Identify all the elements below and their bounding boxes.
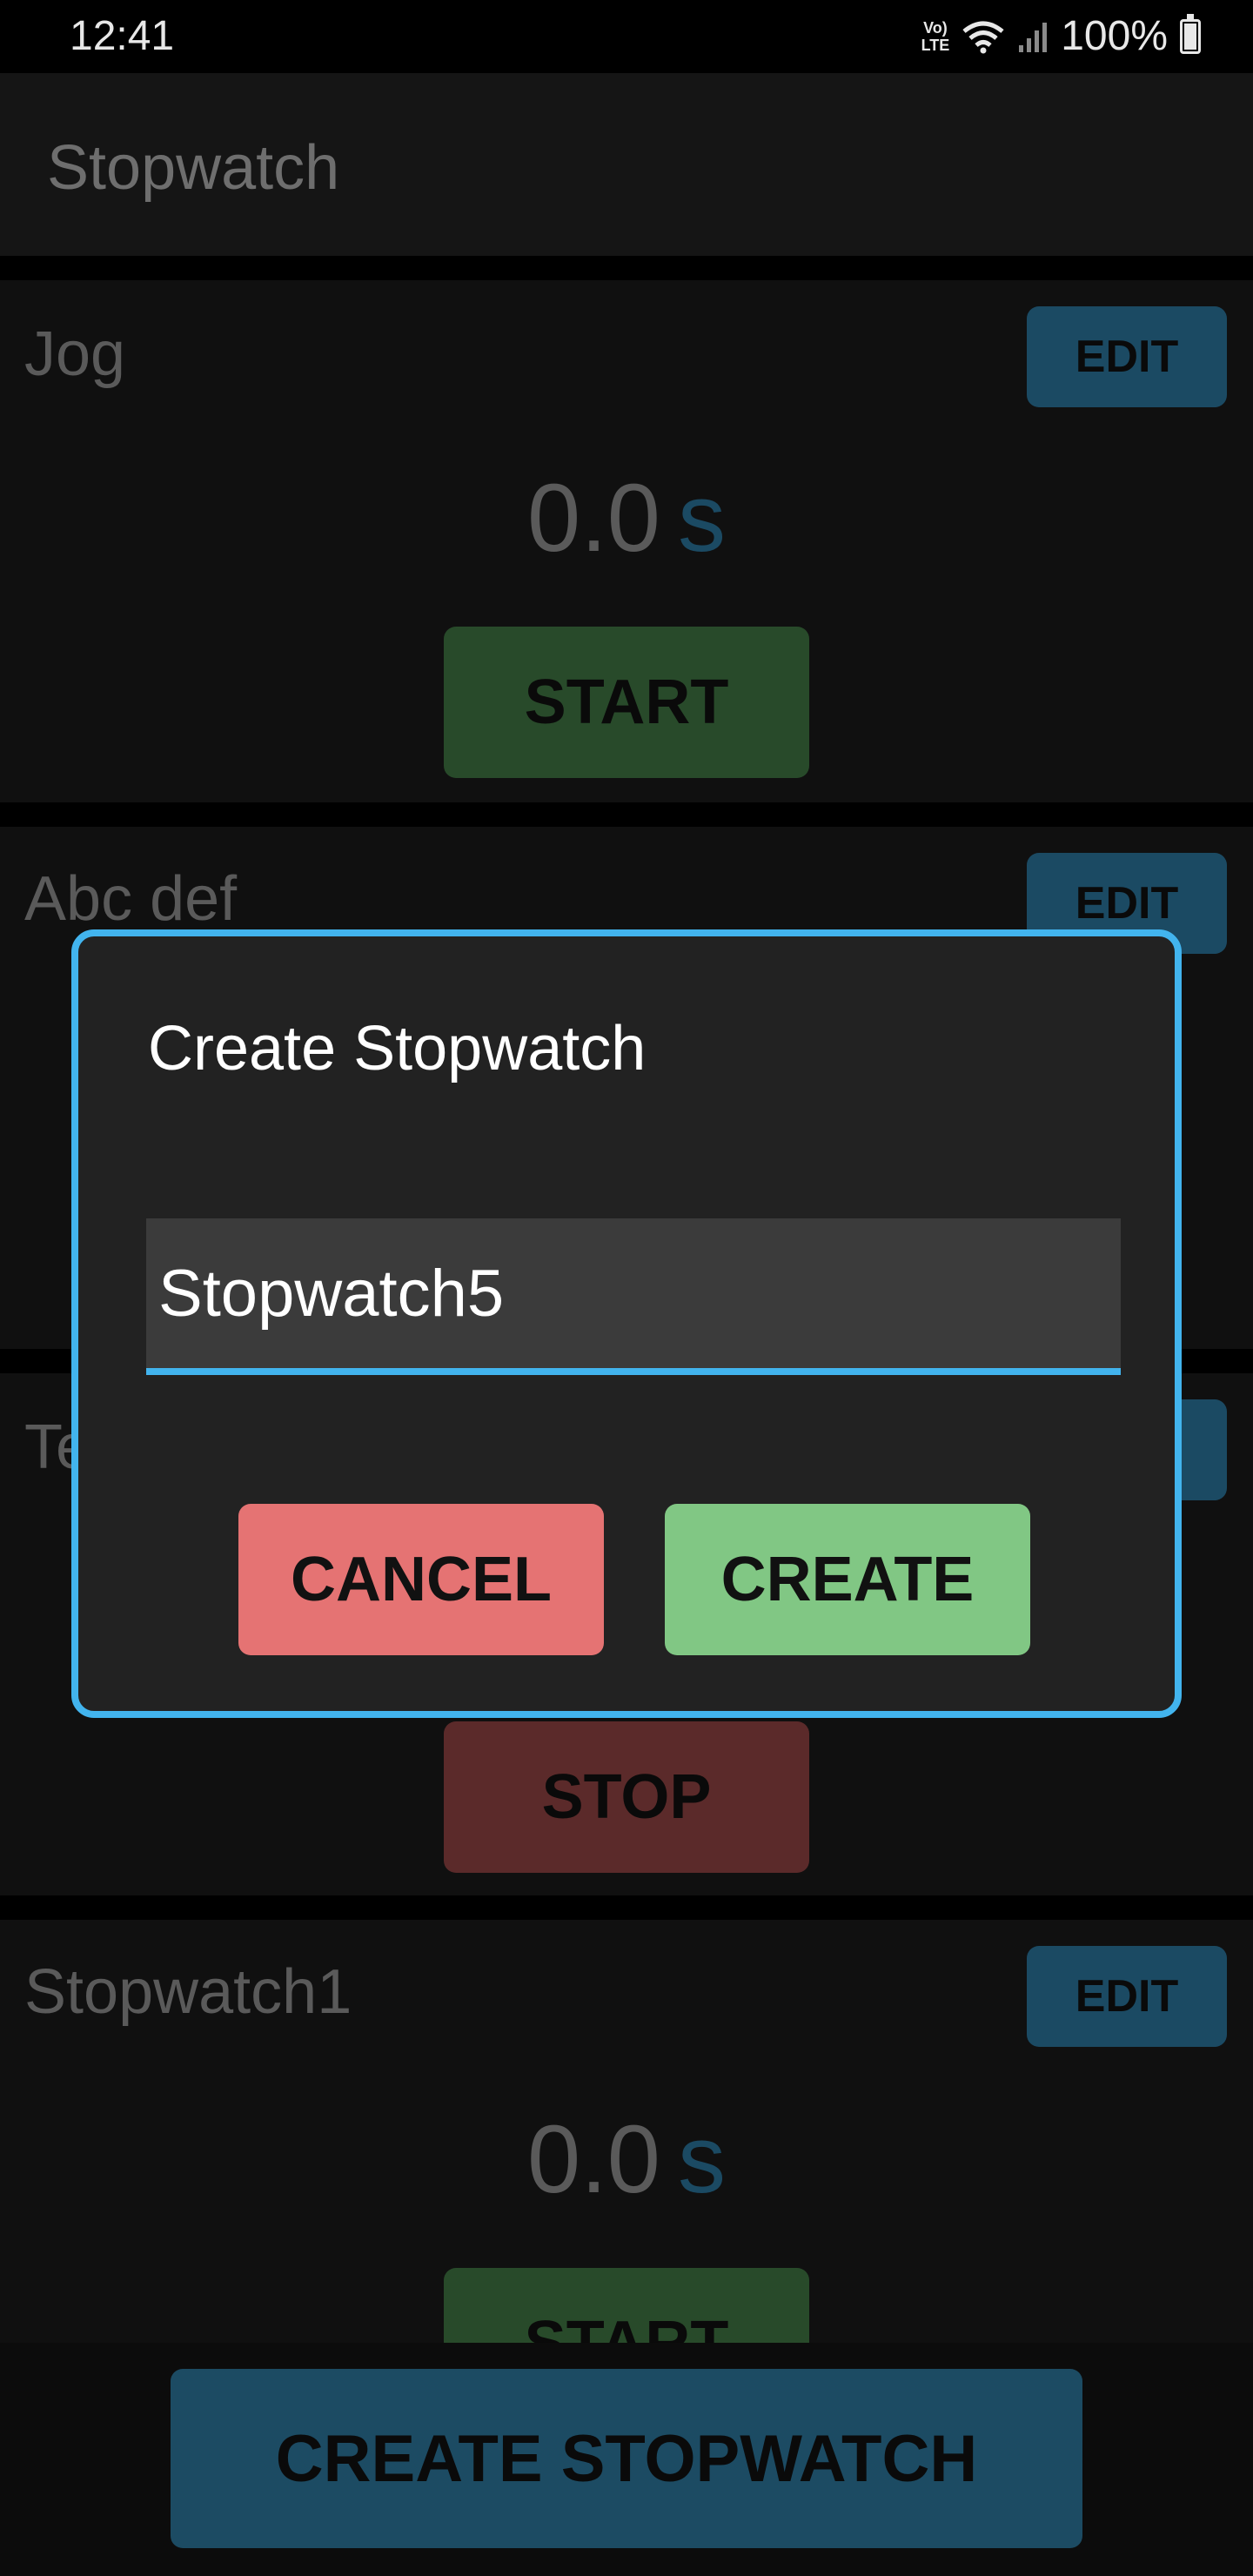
stopwatch-card: Stopwatch1 EDIT 0.0s START [0,1920,1253,2419]
app-bar: Stopwatch [0,73,1253,256]
dialog-title: Create Stopwatch [148,1014,647,1083]
battery-percent: 100% [1061,13,1168,59]
elapsed-unit: s [677,2106,726,2213]
bottom-bar: CREATE STOPWATCH [0,2343,1253,2576]
elapsed-time: 0.0 s [0,2104,1253,2215]
create-stopwatch-button[interactable]: CREATE STOPWATCH [171,2369,1082,2548]
signal-icon [1019,22,1048,52]
status-bar: 12:41 Vo) LTE 100% [0,0,1253,73]
stopwatch-name: Abc def [24,864,238,934]
stopwatch-name: Stopwatch1 [24,1957,352,2027]
screen: 12:41 Vo) LTE 100% Stopwatch Jog EDIT 0.… [0,0,1253,2576]
stopwatch-name-input[interactable] [146,1218,1121,1375]
volte-icon: Vo) LTE [921,19,950,54]
stopwatch-name: Jog [24,319,126,389]
app-title: Stopwatch [47,133,340,203]
elapsed-unit: s [677,465,726,572]
elapsed-value: 0.0 [527,2106,660,2213]
edit-button[interactable]: EDIT [1027,306,1227,407]
battery-icon [1180,13,1201,54]
edit-button[interactable]: EDIT [1027,1946,1227,2047]
start-button[interactable]: START [444,627,809,778]
elapsed-time: 0.0 s [0,463,1253,574]
volte-label-top: Vo) [923,18,948,37]
create-stopwatch-dialog: Create Stopwatch CANCEL CREATE [71,929,1182,1718]
status-icons: Vo) LTE 100% [921,12,1201,60]
status-time: 12:41 [70,13,175,59]
volte-label-bottom: LTE [921,36,950,54]
create-button[interactable]: CREATE [665,1504,1030,1655]
cancel-button[interactable]: CANCEL [238,1504,604,1655]
wifi-icon [962,21,1004,53]
stop-button[interactable]: STOP [444,1721,809,1873]
stopwatch-card: Jog EDIT 0.0 s START [0,280,1253,802]
elapsed-value: 0.0 [527,465,660,572]
